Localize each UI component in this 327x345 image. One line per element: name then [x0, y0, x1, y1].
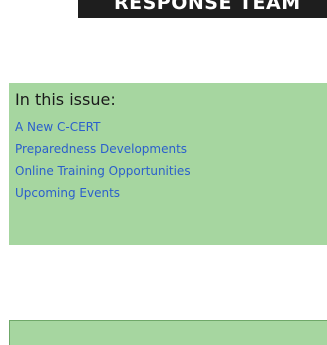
- issue-contents-list: A New C-CERT Preparedness Developments O…: [15, 116, 191, 204]
- toc-link-upcoming-events[interactable]: Upcoming Events: [15, 182, 191, 204]
- banner-title: RESPONSE TEAM: [114, 0, 301, 14]
- lower-content-box: [9, 320, 327, 345]
- header-banner: RESPONSE TEAM: [78, 0, 327, 18]
- in-this-issue-heading: In this issue:: [15, 90, 116, 109]
- toc-link-online-training[interactable]: Online Training Opportunities: [15, 160, 191, 182]
- toc-link-new-c-cert[interactable]: A New C-CERT: [15, 116, 191, 138]
- toc-link-preparedness-developments[interactable]: Preparedness Developments: [15, 138, 191, 160]
- in-this-issue-box: In this issue: A New C-CERT Preparedness…: [9, 83, 327, 245]
